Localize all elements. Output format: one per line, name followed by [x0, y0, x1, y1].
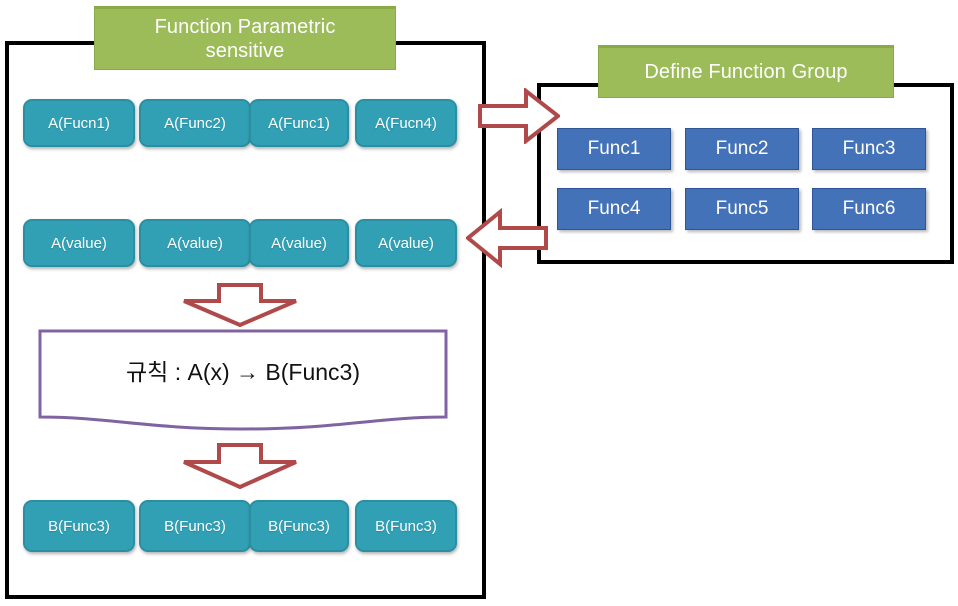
arrow-left-icon — [466, 208, 548, 268]
result-box-2-label: B(Func3) — [164, 517, 226, 535]
function-box-5-label: Func5 — [715, 198, 769, 219]
function-box-1: Func1 — [557, 128, 671, 170]
func-box-1: A(Fucn1) — [23, 99, 135, 147]
result-box-2: B(Func3) — [139, 500, 251, 552]
value-box-1: A(value) — [23, 219, 135, 267]
func-box-2-label: A(Func2) — [164, 114, 226, 132]
function-box-3-label: Func3 — [842, 138, 896, 159]
value-box-1-label: A(value) — [51, 234, 107, 252]
func-box-1-label: A(Fucn1) — [48, 114, 110, 132]
func-box-4: A(Fucn4) — [355, 99, 457, 147]
function-box-2: Func2 — [685, 128, 799, 170]
arrow-down-icon-2 — [181, 443, 299, 489]
func-box-3-label: A(Func1) — [268, 114, 330, 132]
function-box-6: Func6 — [812, 188, 926, 230]
function-box-3: Func3 — [812, 128, 926, 170]
left-panel-title-line1: Function Parametric — [154, 15, 336, 38]
function-box-5: Func5 — [685, 188, 799, 230]
value-box-2: A(value) — [139, 219, 251, 267]
result-box-3-label: B(Func3) — [268, 517, 330, 535]
function-box-4-label: Func4 — [587, 198, 641, 219]
left-panel-title-banner: Function Parametric sensitive — [94, 6, 396, 70]
result-box-4-label: B(Func3) — [375, 517, 437, 535]
func-box-2: A(Func2) — [139, 99, 251, 147]
function-box-1-label: Func1 — [587, 138, 641, 159]
right-panel-title-banner: Define Function Group — [598, 45, 894, 98]
right-panel-frame — [537, 83, 954, 264]
right-panel-title-label: Define Function Group — [644, 61, 848, 84]
function-box-6-label: Func6 — [842, 198, 896, 219]
value-box-2-label: A(value) — [167, 234, 223, 252]
arrow-down-icon-1 — [181, 283, 299, 327]
arrow-right-icon — [478, 88, 560, 144]
left-panel-title-line2: sensitive — [205, 40, 285, 62]
result-box-1: B(Func3) — [23, 500, 135, 552]
value-box-3: A(value) — [249, 219, 349, 267]
value-box-4: A(value) — [355, 219, 457, 267]
function-box-2-label: Func2 — [715, 138, 769, 159]
function-box-4: Func4 — [557, 188, 671, 230]
rule-text: 규칙 : A(x) → B(Func3) — [125, 359, 360, 385]
func-box-4-label: A(Fucn4) — [375, 114, 437, 132]
result-box-1-label: B(Func3) — [48, 517, 110, 535]
result-box-4: B(Func3) — [355, 500, 457, 552]
value-box-3-label: A(value) — [271, 234, 327, 252]
diagram-canvas: A(Fucn1) A(Func2) A(Func1) A(Fucn4) A(va… — [0, 0, 958, 606]
func-box-3: A(Func1) — [249, 99, 349, 147]
value-box-4-label: A(value) — [378, 234, 434, 252]
result-box-3: B(Func3) — [249, 500, 349, 552]
